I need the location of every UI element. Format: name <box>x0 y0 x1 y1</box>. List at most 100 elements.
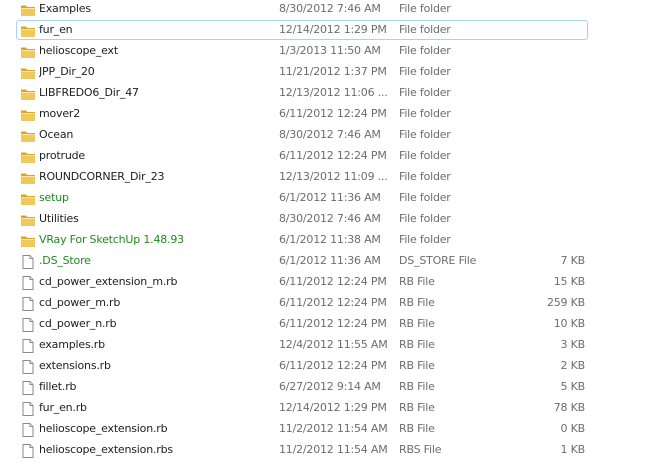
date-modified: 8/30/2012 7:46 AM <box>279 212 381 225</box>
date-modified: 12/14/2012 1:29 PM <box>279 401 387 414</box>
file-row[interactable]: .DS_Store 6/1/2012 11:36 AM DS_STORE File 7… <box>16 251 588 271</box>
date-modified: 1/3/2013 11:50 AM <box>279 44 381 57</box>
file-name: fur_en <box>39 23 73 36</box>
date-modified: 6/27/2012 9:14 AM <box>279 380 381 393</box>
file-row[interactable]: examples.rb 12/4/2012 11:55 AM RB File 3 KB <box>16 335 588 355</box>
file-row[interactable]: Utilities 8/30/2012 7:46 AM File folder <box>16 209 588 229</box>
file-type: DS_STORE File <box>399 254 477 267</box>
folder-icon <box>20 65 36 81</box>
file-size: 15 KB <box>553 275 585 288</box>
file-type: File folder <box>399 65 451 78</box>
file-name: JPP_Dir_20 <box>39 65 95 78</box>
file-row[interactable]: setup 6/1/2012 11:36 AM File folder <box>16 188 588 208</box>
date-modified: 12/13/2012 11:09 ... <box>279 170 388 183</box>
file-icon <box>20 359 36 375</box>
folder-icon <box>20 23 36 39</box>
file-name: cd_power_n.rb <box>39 317 117 330</box>
file-row[interactable]: Ocean 8/30/2012 7:46 AM File folder <box>16 125 588 145</box>
file-type: RB File <box>399 380 435 393</box>
folder-icon <box>20 191 36 207</box>
file-row[interactable]: mover2 6/11/2012 12:24 PM File folder <box>16 104 588 124</box>
file-type: File folder <box>399 107 451 120</box>
file-icon <box>20 401 36 417</box>
file-size: 7 KB <box>560 254 585 267</box>
folder-icon <box>20 128 36 144</box>
folder-icon <box>20 44 36 60</box>
file-name: VRay For SketchUp 1.48.93 <box>39 233 184 246</box>
file-icon <box>20 338 36 354</box>
file-name: .DS_Store <box>39 254 91 267</box>
file-row[interactable]: fur_en.rb 12/14/2012 1:29 PM RB File 78 KB <box>16 398 588 418</box>
date-modified: 6/11/2012 12:24 PM <box>279 317 387 330</box>
file-icon <box>20 275 36 291</box>
date-modified: 6/11/2012 12:24 PM <box>279 359 387 372</box>
file-row[interactable]: ROUNDCORNER_Dir_23 12/13/2012 11:09 ... Fi… <box>16 167 588 187</box>
file-icon <box>20 317 36 333</box>
file-list: Examples 8/30/2012 7:46 AM File folder fur_… <box>0 0 672 463</box>
file-row[interactable]: fur_en 12/14/2012 1:29 PM File folder <box>16 20 588 40</box>
file-type: File folder <box>399 86 451 99</box>
file-name: cd_power_m.rb <box>39 296 121 309</box>
file-size: 1 KB <box>560 443 585 456</box>
file-row[interactable]: helioscope_extension.rbs 11/2/2012 11:54 … <box>16 440 588 460</box>
file-name: LIBFREDO6_Dir_47 <box>39 86 139 99</box>
file-name: cd_power_extension_m.rb <box>39 275 178 288</box>
file-name: Utilities <box>39 212 79 225</box>
file-row[interactable]: extensions.rb 6/11/2012 12:24 PM RB File 2 … <box>16 356 588 376</box>
file-row[interactable]: helioscope_extension.rb 11/2/2012 11:54 A… <box>16 419 588 439</box>
file-name: Examples <box>39 2 91 15</box>
date-modified: 12/4/2012 11:55 AM <box>279 338 388 351</box>
file-row[interactable]: JPP_Dir_20 11/21/2012 1:37 PM File folder <box>16 62 588 82</box>
file-icon <box>20 380 36 396</box>
file-name: protrude <box>39 149 85 162</box>
date-modified: 6/11/2012 12:24 PM <box>279 275 387 288</box>
file-row[interactable]: cd_power_n.rb 6/11/2012 12:24 PM RB File 10… <box>16 314 588 334</box>
file-row[interactable]: LIBFREDO6_Dir_47 12/13/2012 11:06 ... File… <box>16 83 588 103</box>
date-modified: 12/14/2012 1:29 PM <box>279 23 387 36</box>
date-modified: 12/13/2012 11:06 ... <box>279 86 388 99</box>
file-type: File folder <box>399 233 451 246</box>
file-type: RB File <box>399 296 435 309</box>
file-row[interactable]: helioscope_ext 1/3/2013 11:50 AM File fold… <box>16 41 588 61</box>
date-modified: 11/2/2012 11:54 AM <box>279 422 388 435</box>
file-type: File folder <box>399 149 451 162</box>
file-type: File folder <box>399 2 451 15</box>
file-icon <box>20 254 36 270</box>
file-size: 78 KB <box>553 401 585 414</box>
file-name: helioscope_ext <box>39 44 118 57</box>
file-name: setup <box>39 191 69 204</box>
file-row[interactable]: cd_power_extension_m.rb 6/11/2012 12:24 P… <box>16 272 588 292</box>
file-type: File folder <box>399 170 451 183</box>
file-size: 259 KB <box>546 296 585 309</box>
date-modified: 6/1/2012 11:36 AM <box>279 254 381 267</box>
date-modified: 11/2/2012 11:54 AM <box>279 443 388 456</box>
folder-icon <box>20 107 36 123</box>
file-size: 5 KB <box>560 380 585 393</box>
file-type: RB File <box>399 338 435 351</box>
date-modified: 6/11/2012 12:24 PM <box>279 296 387 309</box>
date-modified: 11/21/2012 1:37 PM <box>279 65 387 78</box>
file-type: RB File <box>399 317 435 330</box>
file-row[interactable]: cd_power_m.rb 6/11/2012 12:24 PM RB File 25… <box>16 293 588 313</box>
file-type: RBS File <box>399 443 442 456</box>
file-name: mover2 <box>39 107 81 120</box>
file-name: fur_en.rb <box>39 401 87 414</box>
file-size: 10 KB <box>553 317 585 330</box>
file-row[interactable]: VRay For SketchUp 1.48.93 6/1/2012 11:38 … <box>16 230 588 250</box>
date-modified: 6/11/2012 12:24 PM <box>279 149 387 162</box>
file-name: helioscope_extension.rbs <box>39 443 173 456</box>
date-modified: 6/1/2012 11:36 AM <box>279 191 381 204</box>
file-size: 2 KB <box>560 359 585 372</box>
folder-icon <box>20 170 36 186</box>
file-type: File folder <box>399 44 451 57</box>
file-row[interactable]: fillet.rb 6/27/2012 9:14 AM RB File 5 KB <box>16 377 588 397</box>
folder-icon <box>20 233 36 249</box>
file-name: fillet.rb <box>39 380 77 393</box>
file-row[interactable]: protrude 6/11/2012 12:24 PM File folder <box>16 146 588 166</box>
file-name: extensions.rb <box>39 359 111 372</box>
date-modified: 8/30/2012 7:46 AM <box>279 128 381 141</box>
file-type: RB File <box>399 275 435 288</box>
file-type: RB File <box>399 359 435 372</box>
file-row[interactable]: Examples 8/30/2012 7:46 AM File folder <box>16 0 588 19</box>
file-type: File folder <box>399 128 451 141</box>
